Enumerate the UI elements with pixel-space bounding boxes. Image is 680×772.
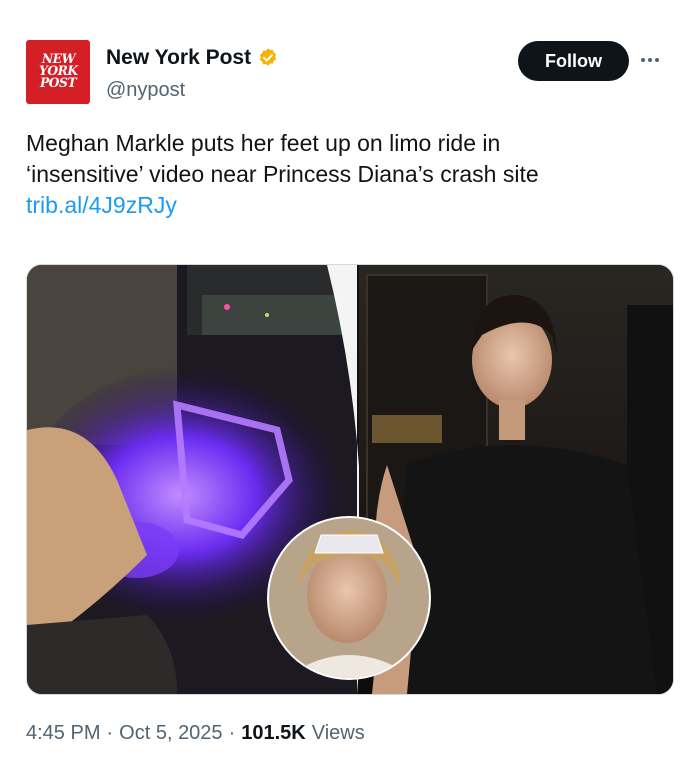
tweet-text-line: Meghan Markle puts her feet up on limo r…	[26, 130, 501, 156]
avatar[interactable]: NEW YORK POST	[26, 40, 90, 104]
separator-dot: ·	[228, 722, 236, 744]
more-horizontal-icon[interactable]	[641, 52, 665, 68]
tweet-time[interactable]: 4:45 PM	[26, 722, 100, 745]
tweet-date[interactable]: Oct 5, 2025	[119, 722, 222, 745]
display-name[interactable]: New York Post	[106, 46, 251, 70]
avatar-logo-line: POST	[39, 76, 77, 91]
handle[interactable]: @nypost	[106, 79, 185, 102]
follow-button[interactable]: Follow	[518, 41, 629, 81]
views-label: Views	[311, 722, 365, 744]
tweet-text-line: ‘insensitive’ video near Princess Diana’…	[26, 161, 539, 187]
separator-dot: ·	[106, 722, 114, 744]
views-count: 101.5K	[241, 722, 306, 744]
tweet-media-image[interactable]	[26, 264, 674, 695]
tweet-link[interactable]: trib.al/4J9zRJy	[26, 190, 656, 221]
tweet-text: Meghan Markle puts her feet up on limo r…	[26, 128, 656, 221]
account-name-row[interactable]: New York Post	[106, 46, 279, 70]
verified-badge-icon	[260, 48, 277, 66]
media-photo-collage	[27, 265, 673, 694]
tweet-meta: 4:45 PM · Oct 5, 2025 · 101.5K Views	[26, 722, 365, 745]
